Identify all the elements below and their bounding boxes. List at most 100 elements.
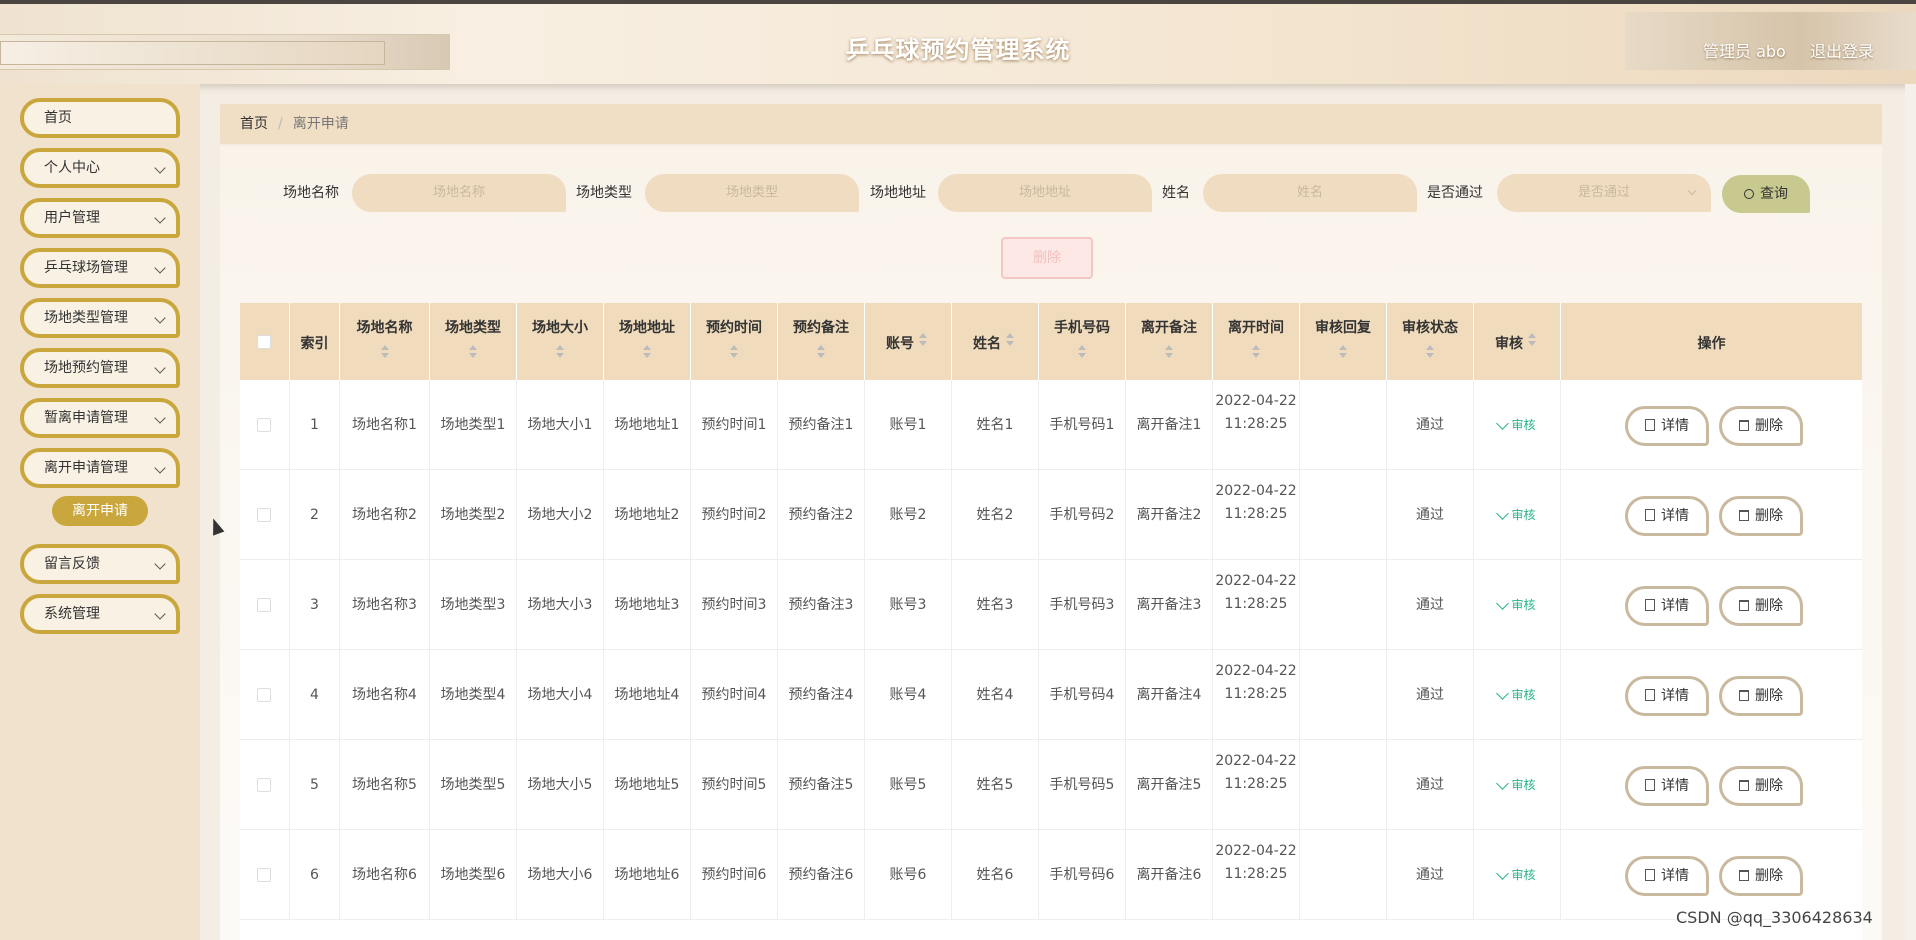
sort-icon[interactable] [556, 345, 564, 359]
delete-button[interactable]: 删除 [1719, 586, 1803, 626]
sort-icon[interactable] [1528, 333, 1536, 347]
actions-cell: 详情 删除 [1561, 830, 1862, 920]
scrollbar[interactable] [1905, 84, 1916, 940]
audit-link[interactable]: 审核 [1496, 507, 1536, 522]
sidebar-item-venue-type-management[interactable]: 场地类型管理 [20, 298, 180, 338]
sidebar-subitem-leave-application[interactable]: 离开申请 [52, 496, 148, 526]
audit-link[interactable]: 审核 [1496, 687, 1536, 702]
sort-icon[interactable] [1252, 345, 1260, 359]
sidebar-item-home[interactable]: 首页 [20, 98, 180, 138]
detail-button[interactable]: 详情 [1625, 856, 1709, 896]
detail-button[interactable]: 详情 [1625, 586, 1709, 626]
checkbox[interactable] [257, 868, 271, 882]
sidebar-item-feedback[interactable]: 留言反馈 [20, 544, 180, 584]
sort-icon[interactable] [1426, 345, 1434, 359]
sort-icon[interactable] [1339, 345, 1347, 359]
cell-size: 场地大小1 [517, 380, 604, 470]
chevron-down-icon [154, 262, 166, 274]
audit-link[interactable]: 审核 [1496, 867, 1536, 882]
header-reserve-note[interactable]: 预约备注 [778, 303, 865, 380]
sidebar-item-court-management[interactable]: 乒乓球场管理 [20, 248, 180, 288]
delete-button[interactable]: 删除 [1719, 406, 1803, 446]
header-venue-address[interactable]: 场地地址 [604, 303, 691, 380]
edit-icon [1496, 597, 1510, 610]
sidebar-item-temporary-leave[interactable]: 暂离申请管理 [20, 398, 180, 438]
checkbox[interactable] [257, 418, 271, 432]
sort-icon[interactable] [469, 345, 477, 359]
detail-button[interactable]: 详情 [1625, 406, 1709, 446]
detail-button[interactable]: 详情 [1625, 676, 1709, 716]
cell-address: 场地地址3 [604, 560, 691, 650]
checkbox[interactable] [257, 688, 271, 702]
search-input-venue-address[interactable]: 场地地址 [938, 174, 1152, 212]
cell-index: 1 [290, 380, 340, 470]
sort-icon[interactable] [1006, 333, 1014, 347]
trash-icon [1739, 510, 1749, 521]
sidebar-item-reservation-management[interactable]: 场地预约管理 [20, 348, 180, 388]
audit-cell: 审核 [1474, 560, 1561, 650]
header-account[interactable]: 账号 [865, 303, 952, 380]
table-row: 6 场地名称6 场地类型6 场地大小6 场地地址6 预约时间6 预约备注6 账号6 姓名6 手机号… [240, 830, 1862, 920]
query-button[interactable]: 查询 [1722, 175, 1810, 213]
search-icon [1744, 189, 1754, 199]
header-select-all[interactable] [240, 303, 290, 380]
cell-type: 场地类型4 [430, 650, 517, 740]
cell-leave-note: 离开备注4 [1126, 650, 1213, 740]
table-header: 索引 场地名称 场地类型 场地大小 场地地址 预约时间 预约备注 账号 姓名 手… [240, 303, 1862, 380]
checkbox[interactable] [257, 508, 271, 522]
cell-type: 场地类型2 [430, 470, 517, 560]
header-venue-size[interactable]: 场地大小 [517, 303, 604, 380]
search-input-venue-type[interactable]: 场地类型 [645, 174, 859, 212]
actions-cell: 详情 删除 [1561, 380, 1862, 470]
row-select-cell [240, 650, 290, 740]
audit-link[interactable]: 审核 [1496, 417, 1536, 432]
edit-icon [1496, 417, 1510, 430]
sort-icon[interactable] [919, 333, 927, 347]
cell-phone: 手机号码6 [1039, 830, 1126, 920]
cell-reserve-note: 预约备注4 [778, 650, 865, 740]
header-person-name[interactable]: 姓名 [952, 303, 1039, 380]
audit-link[interactable]: 审核 [1496, 597, 1536, 612]
bulk-delete-button[interactable]: 删除 [1001, 237, 1093, 279]
checkbox[interactable] [257, 598, 271, 612]
sidebar-item-user-management[interactable]: 用户管理 [20, 198, 180, 238]
header-leave-note[interactable]: 离开备注 [1126, 303, 1213, 380]
sidebar-item-leave-application[interactable]: 离开申请管理 [20, 448, 180, 488]
document-icon [1645, 869, 1655, 881]
cell-reply [1300, 470, 1387, 560]
checkbox[interactable] [257, 335, 271, 349]
delete-button[interactable]: 删除 [1719, 766, 1803, 806]
delete-button[interactable]: 删除 [1719, 496, 1803, 536]
search-input-venue-name[interactable]: 场地名称 [352, 174, 566, 212]
header-venue-name[interactable]: 场地名称 [340, 303, 430, 380]
sort-icon[interactable] [380, 345, 389, 359]
sort-icon[interactable] [1165, 345, 1173, 359]
breadcrumb-home[interactable]: 首页 [240, 116, 268, 132]
sort-icon[interactable] [817, 345, 825, 359]
sort-icon[interactable] [1078, 345, 1086, 359]
cell-reserve-time: 预约时间1 [691, 380, 778, 470]
cell-person: 姓名4 [952, 650, 1039, 740]
delete-button[interactable]: 删除 [1719, 676, 1803, 716]
delete-button[interactable]: 删除 [1719, 856, 1803, 896]
detail-button[interactable]: 详情 [1625, 766, 1709, 806]
header-audit[interactable]: 审核 [1474, 303, 1561, 380]
sort-icon[interactable] [730, 345, 738, 359]
header-audit-reply[interactable]: 审核回复 [1300, 303, 1387, 380]
audit-link[interactable]: 审核 [1496, 777, 1536, 792]
cell-leave-time: 2022-04-22 11:28:25 [1213, 830, 1300, 920]
header-reserve-time[interactable]: 预约时间 [691, 303, 778, 380]
checkbox[interactable] [257, 778, 271, 792]
search-select-approved[interactable]: 是否通过 [1497, 174, 1711, 212]
header-phone[interactable]: 手机号码 [1039, 303, 1126, 380]
sidebar-item-system-management[interactable]: 系统管理 [20, 594, 180, 634]
header-audit-status[interactable]: 审核状态 [1387, 303, 1474, 380]
logout-link[interactable]: 退出登录 [1810, 38, 1874, 62]
cell-status: 通过 [1387, 650, 1474, 740]
detail-button[interactable]: 详情 [1625, 496, 1709, 536]
sidebar-item-personal-center[interactable]: 个人中心 [20, 148, 180, 188]
header-venue-type[interactable]: 场地类型 [430, 303, 517, 380]
sort-icon[interactable] [643, 345, 651, 359]
search-input-person-name[interactable]: 姓名 [1203, 174, 1417, 212]
header-leave-time[interactable]: 离开时间 [1213, 303, 1300, 380]
